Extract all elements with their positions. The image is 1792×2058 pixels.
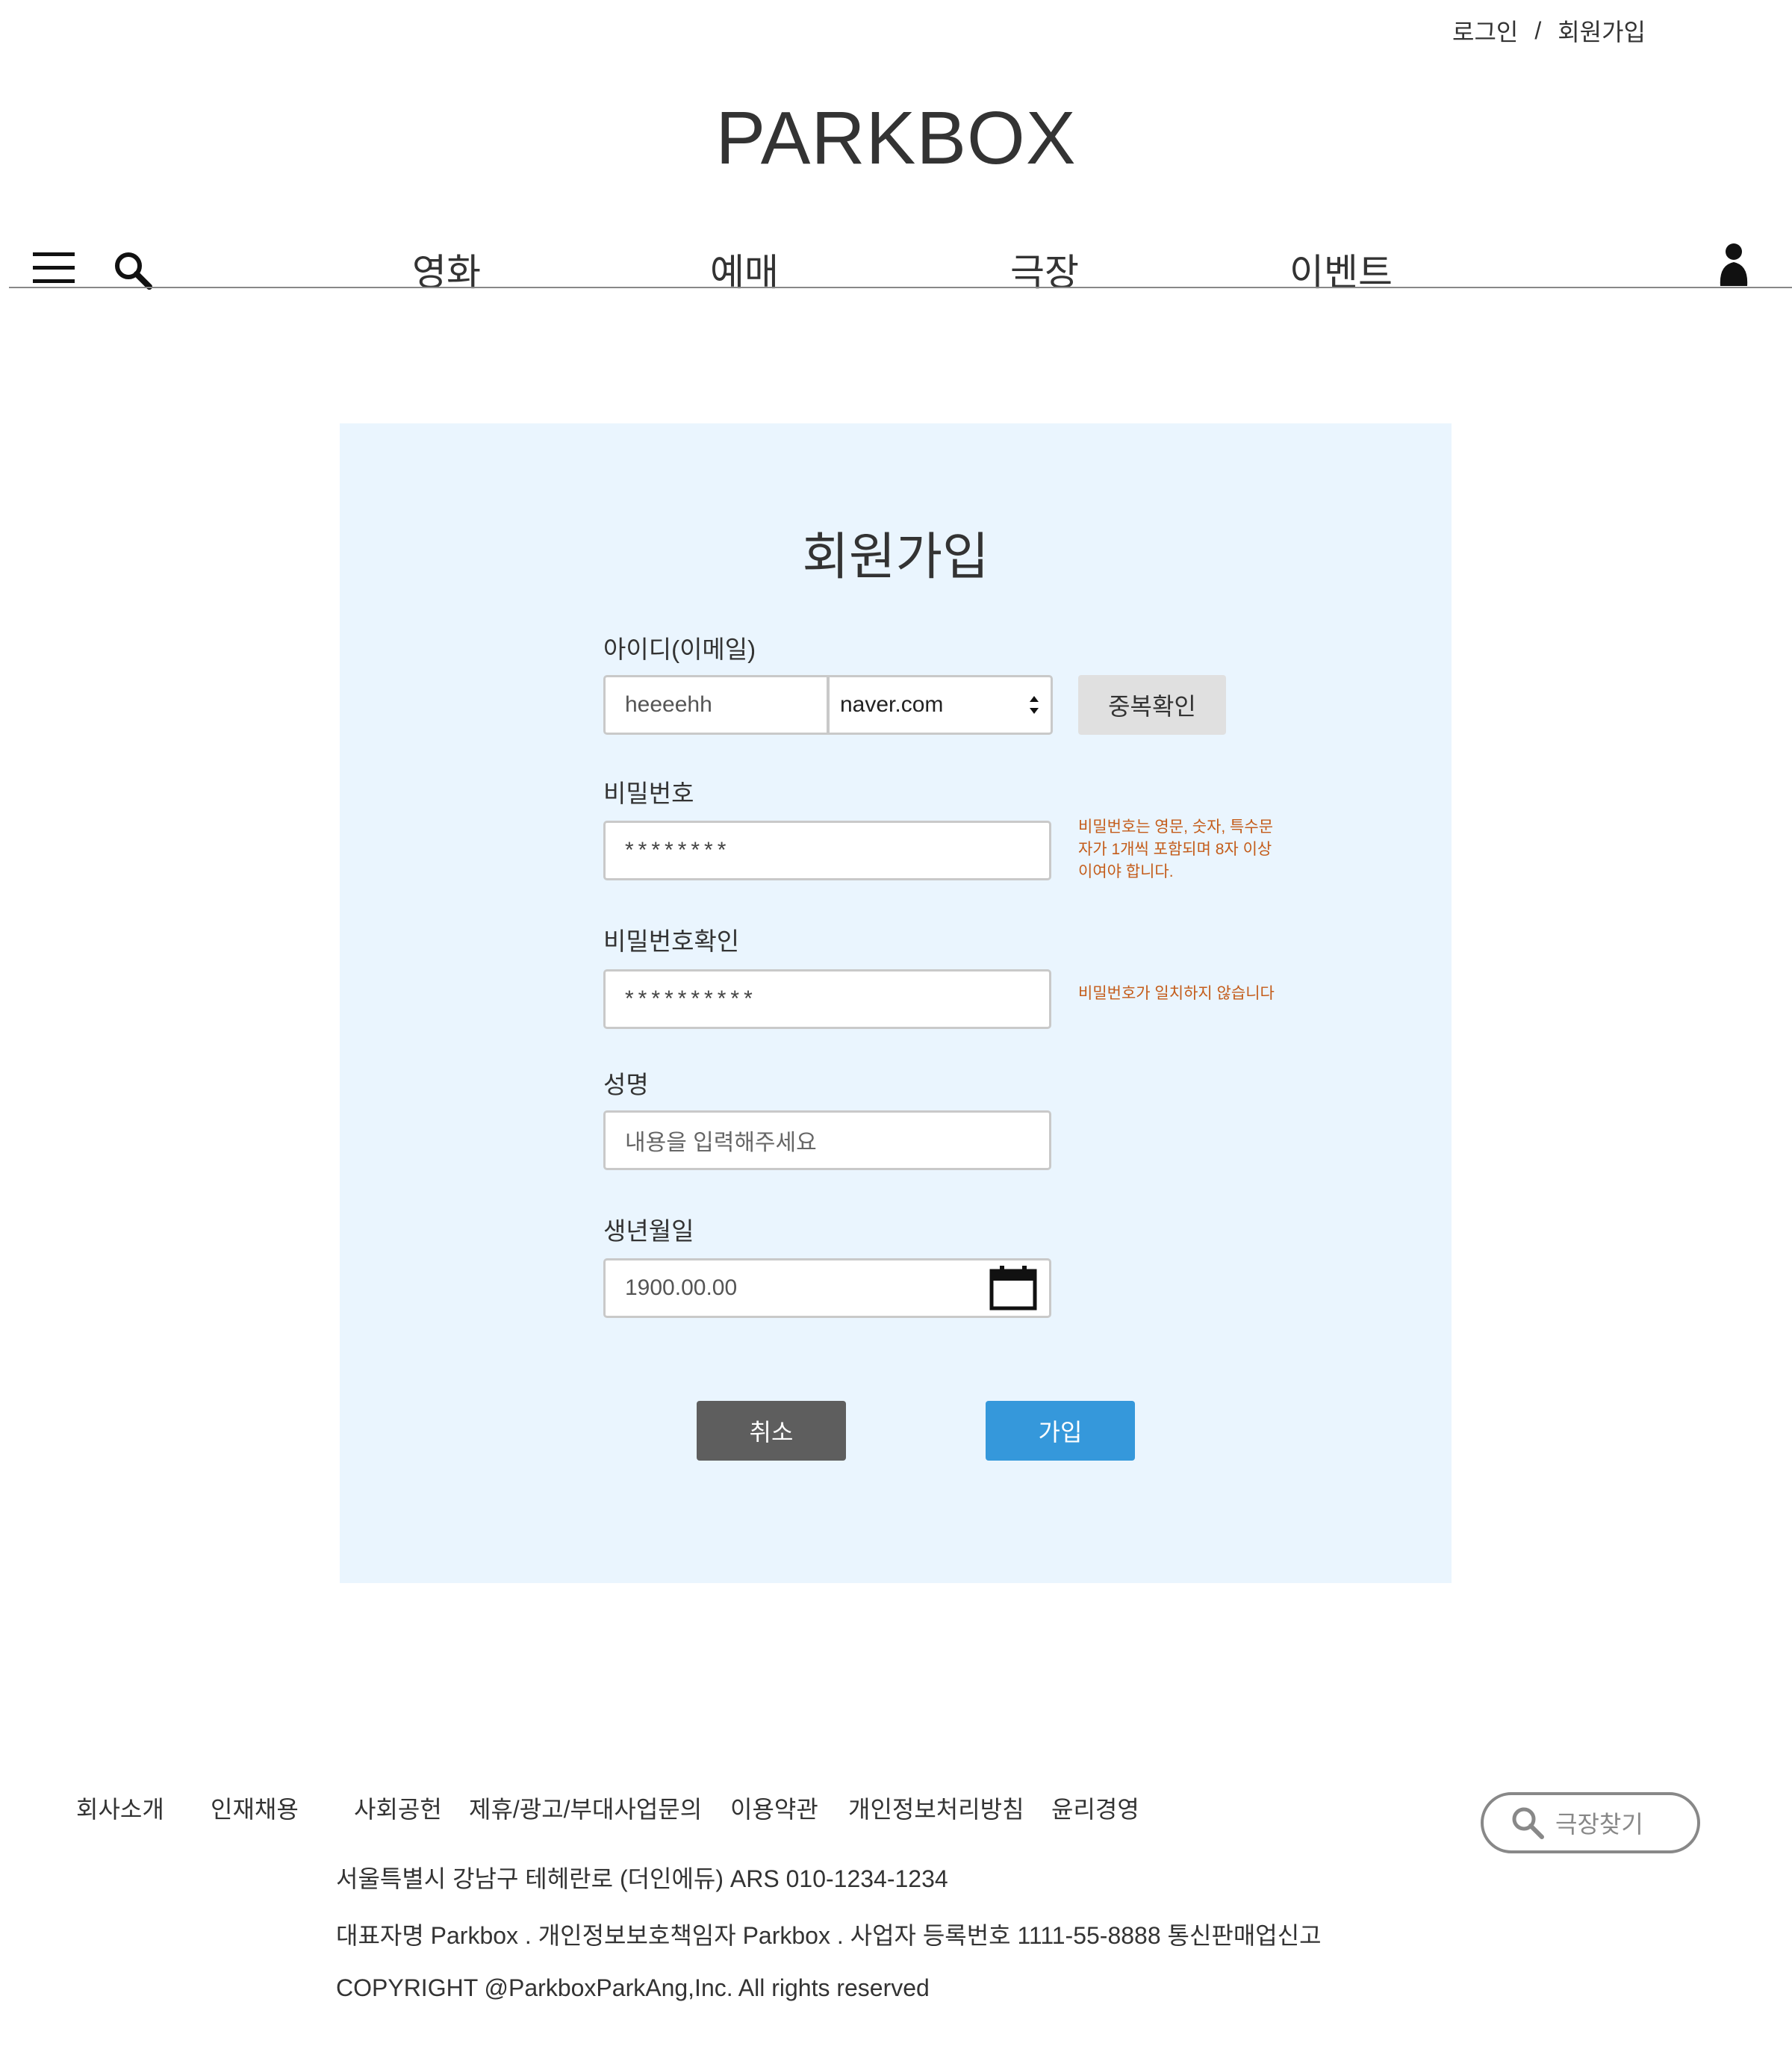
nav-item-theater[interactable]: 극장	[1010, 243, 1079, 296]
password-confirm-label: 비밀번호확인	[603, 927, 740, 955]
signup-link[interactable]: 회원가입	[1558, 13, 1646, 48]
signup-submit-button[interactable]: 가입	[986, 1401, 1135, 1461]
nav-divider	[9, 287, 1792, 288]
brand-logo[interactable]: PARKBOX	[0, 96, 1792, 181]
id-input[interactable]: heeeehh	[603, 675, 829, 735]
nav-item-movie[interactable]: 영화	[412, 243, 481, 296]
password-hint-line: 자가 1개씩 포함되며 8자 이상	[1078, 841, 1272, 858]
id-input-value: heeeehh	[625, 692, 712, 717]
name-input-placeholder: 내용을 입력해주세요	[625, 1131, 817, 1155]
menu-icon[interactable]	[33, 251, 78, 285]
select-arrows-icon	[1030, 696, 1039, 714]
name-label: 성명	[603, 1071, 649, 1098]
footer-representative: 대표자명 Parkbox . 개인정보보호책임자 Parkbox . 사업자 등…	[336, 1922, 1322, 1949]
form-title: 회원가입	[802, 529, 989, 585]
name-input[interactable]: 내용을 입력해주세요	[603, 1110, 1051, 1170]
user-icon[interactable]	[1717, 243, 1750, 287]
email-domain-value: naver.com	[840, 692, 944, 717]
password-confirm-input[interactable]: **********	[603, 969, 1051, 1029]
password-input-value: ********	[625, 838, 731, 862]
calendar-icon[interactable]	[989, 1265, 1037, 1311]
footer-address: 서울특별시 강남구 테헤란로 (더인에듀) ARS 010-1234-1234	[336, 1865, 948, 1892]
password-hint-line: 비밀번호는 영문, 숫자, 특수문	[1078, 818, 1274, 836]
top-links: 로그인 / 회원가입	[1452, 13, 1646, 48]
search-icon[interactable]	[112, 249, 154, 291]
footer-link-careers[interactable]: 인재채용	[211, 1791, 299, 1825]
birthdate-input-value: 1900.00.00	[625, 1275, 738, 1300]
password-hint-line: 이여야 합니다.	[1078, 863, 1174, 880]
birthdate-input[interactable]: 1900.00.00	[603, 1258, 1051, 1318]
cancel-button[interactable]: 취소	[697, 1401, 846, 1461]
birthdate-label: 생년월일	[603, 1217, 694, 1245]
top-links-separator: /	[1534, 16, 1542, 44]
password-mismatch-hint: 비밀번호가 일치하지 않습니다	[1078, 985, 1275, 1002]
theater-search-button[interactable]: 극장찾기	[1481, 1792, 1700, 1853]
id-label: 아이디(이메일)	[603, 635, 756, 663]
nav-item-event[interactable]: 이벤트	[1289, 243, 1393, 296]
theater-search-label: 극장찾기	[1555, 1811, 1643, 1838]
footer-copyright: COPYRIGHT @ParkboxParkAng,Inc. All right…	[336, 1974, 930, 2001]
email-domain-select[interactable]: naver.com	[827, 675, 1053, 735]
password-hint: 비밀번호는 영문, 숫자, 특수문 자가 1개씩 포함되며 8자 이상 이여야 …	[1078, 816, 1273, 883]
footer-link-company[interactable]: 회사소개	[76, 1791, 164, 1825]
footer-link-social[interactable]: 사회공헌	[354, 1791, 442, 1825]
footer-link-terms[interactable]: 이용약관	[730, 1791, 818, 1825]
password-input[interactable]: ********	[603, 821, 1051, 880]
duplicate-check-button[interactable]: 중복확인	[1078, 675, 1226, 735]
nav-item-reservation[interactable]: 예매	[710, 243, 779, 296]
search-icon	[1512, 1807, 1544, 1839]
password-confirm-input-value: **********	[625, 986, 757, 1011]
footer-link-privacy[interactable]: 개인정보처리방침	[848, 1791, 1024, 1825]
footer-link-partnership[interactable]: 제휴/광고/부대사업문의	[469, 1791, 702, 1825]
password-label: 비밀번호	[603, 780, 694, 807]
login-link[interactable]: 로그인	[1452, 13, 1518, 48]
footer-link-ethics[interactable]: 윤리경영	[1051, 1791, 1139, 1825]
